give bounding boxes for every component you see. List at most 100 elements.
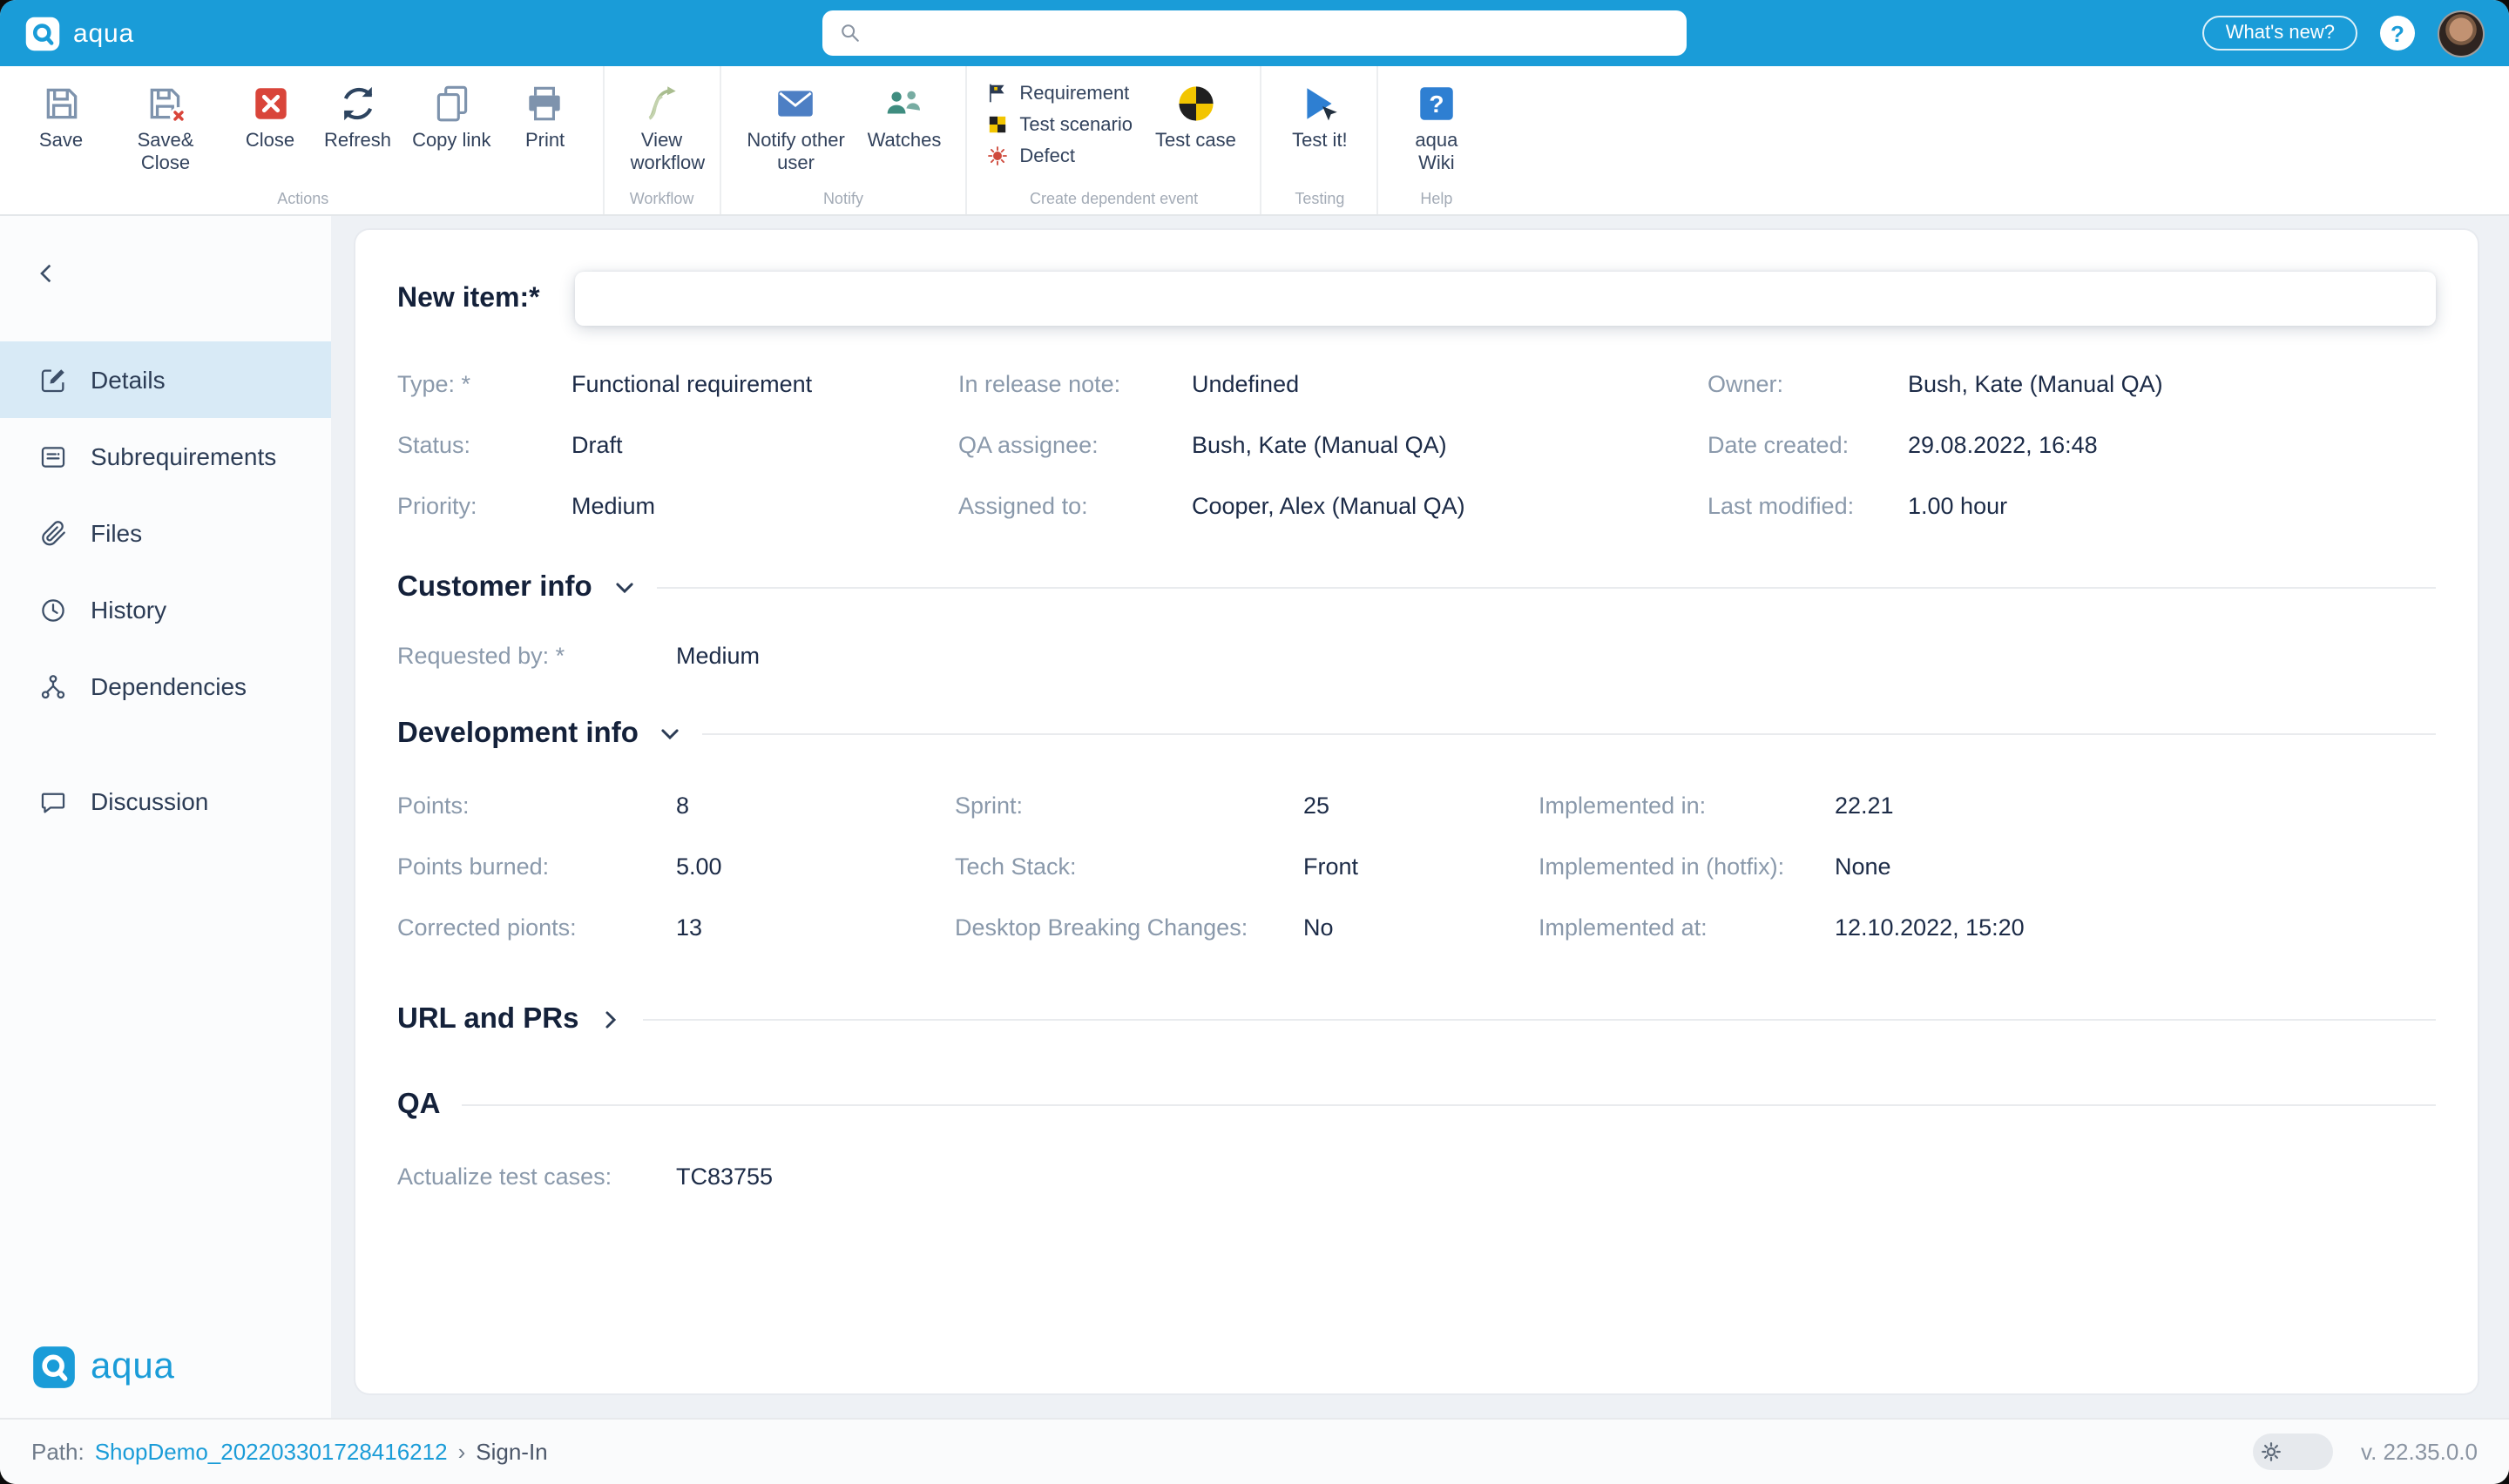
brand-name: aqua bbox=[73, 18, 134, 48]
test-case-icon bbox=[1173, 82, 1217, 125]
watchers-icon bbox=[883, 82, 926, 125]
ribbon-group-notify: Notify other user Watches Notify bbox=[720, 66, 966, 214]
sidebar-item-files[interactable]: Files bbox=[0, 495, 331, 571]
section-divider bbox=[462, 1104, 2437, 1106]
implemented-in-hotfix-value[interactable]: None bbox=[1835, 853, 2436, 880]
sidebar-item-dependencies[interactable]: Dependencies bbox=[0, 648, 331, 725]
implemented-at-value[interactable]: 12.10.2022, 15:20 bbox=[1835, 914, 2436, 941]
points-value[interactable]: 8 bbox=[676, 793, 955, 819]
close-button-label: Close bbox=[246, 131, 294, 153]
desktop-breaking-changes-value[interactable]: No bbox=[1303, 914, 1539, 941]
chevron-down-icon[interactable] bbox=[613, 577, 636, 599]
corrected-points-value[interactable]: 13 bbox=[676, 914, 955, 941]
topbar-right-cluster: What's new? ? bbox=[2203, 10, 2485, 57]
sidebar-item-discussion[interactable]: Discussion bbox=[0, 763, 331, 840]
points-burned-value[interactable]: 5.00 bbox=[676, 853, 955, 880]
general-fields: Type: * Functional requirement In releas… bbox=[397, 371, 2436, 519]
chevron-down-icon[interactable] bbox=[659, 723, 682, 745]
customer-info-section-header[interactable]: Customer info bbox=[397, 571, 2436, 604]
qa-assignee-label: QA assignee: bbox=[958, 432, 1192, 458]
create-defect-button[interactable]: Defect bbox=[986, 145, 1133, 167]
new-item-name-input[interactable] bbox=[575, 272, 2436, 326]
aqua-wiki-label: aqua Wiki bbox=[1405, 131, 1468, 176]
sidebar-item-subrequirements[interactable]: Subrequirements bbox=[0, 418, 331, 495]
refresh-button-label: Refresh bbox=[324, 131, 391, 153]
clock-icon bbox=[38, 595, 68, 624]
breadcrumb-project-link[interactable]: ShopDemo_202203301728416212 bbox=[95, 1439, 448, 1465]
qa-fields: Actualize test cases: TC83755 bbox=[397, 1164, 2436, 1190]
aqua-wiki-button[interactable]: ? aqua Wiki bbox=[1395, 75, 1478, 183]
paperclip-icon bbox=[38, 518, 68, 548]
breadcrumb-separator: › bbox=[458, 1439, 466, 1465]
status-value[interactable]: Draft bbox=[571, 432, 958, 458]
help-button[interactable]: ? bbox=[2380, 16, 2415, 51]
create-requirement-button[interactable]: Requirement bbox=[986, 82, 1133, 105]
actualize-test-cases-value[interactable]: TC83755 bbox=[676, 1164, 955, 1190]
collapse-sidebar-button[interactable] bbox=[24, 251, 70, 296]
type-value[interactable]: Functional requirement bbox=[571, 371, 958, 397]
save-and-close-label: Save& Close bbox=[115, 131, 216, 176]
actualize-test-cases-label: Actualize test cases: bbox=[397, 1164, 676, 1190]
implemented-in-value[interactable]: 22.21 bbox=[1835, 793, 2436, 819]
sidebar-item-label: Discussion bbox=[91, 787, 208, 815]
section-divider bbox=[703, 733, 2436, 735]
search-input[interactable] bbox=[875, 20, 1671, 46]
implemented-at-label: Implemented at: bbox=[1539, 914, 1835, 941]
sidebar-item-details[interactable]: Details bbox=[0, 341, 331, 418]
view-workflow-button[interactable]: View workflow bbox=[620, 75, 704, 183]
ribbon-group-label-notify: Notify bbox=[737, 186, 950, 212]
development-info-title: Development info bbox=[397, 718, 639, 751]
qa-section-header: QA bbox=[397, 1089, 2436, 1122]
save-button[interactable]: Save bbox=[19, 75, 103, 160]
requested-by-value[interactable]: Medium bbox=[676, 643, 955, 669]
save-close-icon bbox=[144, 82, 187, 125]
aqua-logo-icon bbox=[24, 15, 61, 51]
copy-link-icon bbox=[429, 82, 473, 125]
search-bar[interactable] bbox=[822, 10, 1687, 56]
notify-other-user-button[interactable]: Notify other user bbox=[737, 75, 855, 183]
sidebar-item-history[interactable]: History bbox=[0, 571, 331, 648]
url-and-prs-section-header[interactable]: URL and PRs bbox=[397, 1003, 2436, 1036]
ribbon-group-label-create-dependent-event: Create dependent event bbox=[983, 186, 1245, 212]
development-info-section-header[interactable]: Development info bbox=[397, 718, 2436, 751]
aqua-footer-logo[interactable]: aqua bbox=[31, 1345, 175, 1390]
desktop-breaking-changes-label: Desktop Breaking Changes: bbox=[955, 914, 1303, 941]
in-release-note-value[interactable]: Undefined bbox=[1192, 371, 1708, 397]
qa-assignee-value[interactable]: Bush, Kate (Manual QA) bbox=[1192, 432, 1708, 458]
priority-value[interactable]: Medium bbox=[571, 493, 958, 519]
create-test-scenario-button[interactable]: Test scenario bbox=[986, 113, 1133, 136]
print-button[interactable]: Print bbox=[504, 75, 587, 160]
customer-info-title: Customer info bbox=[397, 571, 592, 604]
corrected-points-label: Corrected pionts: bbox=[397, 914, 676, 941]
settings-toggle[interactable] bbox=[2253, 1433, 2333, 1470]
ribbon-group-label-actions: Actions bbox=[19, 186, 587, 212]
whats-new-button[interactable]: What's new? bbox=[2203, 16, 2357, 51]
ribbon-group-label-help: Help bbox=[1395, 186, 1478, 212]
points-burned-label: Points burned: bbox=[397, 853, 676, 880]
ribbon-group-help: ? aqua Wiki Help bbox=[1377, 66, 1494, 214]
tech-stack-value[interactable]: Front bbox=[1303, 853, 1539, 880]
user-avatar[interactable] bbox=[2438, 10, 2485, 57]
create-defect-label: Defect bbox=[1019, 145, 1075, 166]
watches-button[interactable]: Watches bbox=[859, 75, 950, 160]
url-and-prs-title: URL and PRs bbox=[397, 1003, 578, 1036]
refresh-button[interactable]: Refresh bbox=[315, 75, 400, 160]
edit-icon bbox=[38, 365, 68, 395]
svg-text:?: ? bbox=[1429, 91, 1444, 118]
chevron-right-icon[interactable] bbox=[599, 1008, 622, 1031]
priority-label: Priority: bbox=[397, 493, 571, 519]
test-scenario-icon bbox=[986, 113, 1009, 136]
save-and-close-button[interactable]: Save& Close bbox=[106, 75, 225, 183]
development-fields: Points: 8 Sprint: 25 Implemented in: 22.… bbox=[397, 793, 2436, 941]
test-it-button[interactable]: Test it! bbox=[1278, 75, 1362, 160]
close-button[interactable]: Close bbox=[228, 75, 312, 160]
create-test-case-button[interactable]: Test case bbox=[1146, 75, 1245, 160]
brand-logo[interactable]: aqua bbox=[24, 15, 134, 51]
sprint-value[interactable]: 25 bbox=[1303, 793, 1539, 819]
workflow-icon bbox=[640, 82, 684, 125]
aqua-footer-logo-text: aqua bbox=[91, 1346, 175, 1388]
dependent-event-stack: Requirement Test scenario Defect bbox=[983, 75, 1143, 167]
view-workflow-label: View workflow bbox=[631, 131, 693, 176]
copy-link-button[interactable]: Copy link bbox=[403, 75, 500, 160]
assigned-to-value[interactable]: Cooper, Alex (Manual QA) bbox=[1192, 493, 1708, 519]
